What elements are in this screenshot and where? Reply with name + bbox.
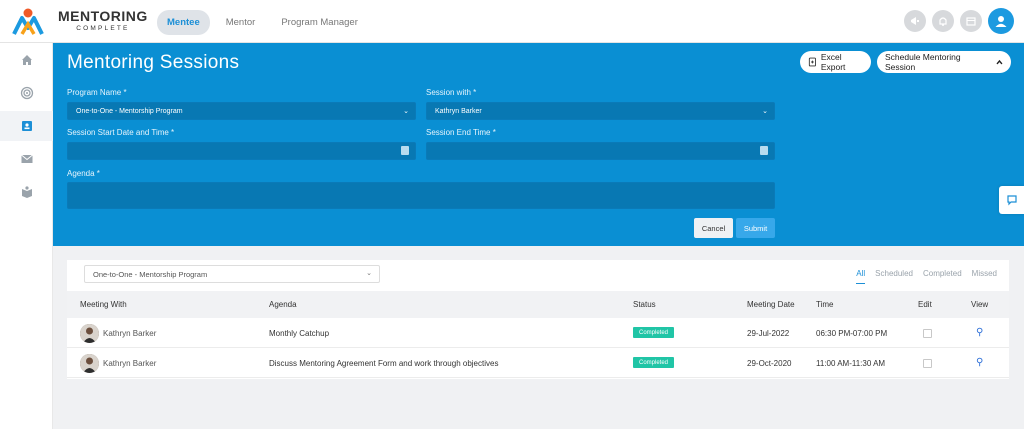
col-view: View <box>971 300 989 309</box>
start-time-label: Session Start Date and Time * <box>67 128 175 137</box>
search-icon[interactable]: ⚲ <box>976 327 983 338</box>
status-badge: Completed <box>633 327 675 338</box>
avatar <box>80 324 99 343</box>
end-time-label: Session End Time * <box>426 128 496 137</box>
meeting-time: 06:30 PM-07:00 PM <box>816 329 888 338</box>
tab-mentee[interactable]: Mentee <box>157 10 210 35</box>
search-icon[interactable]: ⚲ <box>976 357 983 368</box>
target-icon <box>20 86 33 100</box>
cancel-button[interactable]: Cancel <box>694 218 733 238</box>
tab-program-manager[interactable]: Program Manager <box>271 10 368 35</box>
brand-title: MENTORING <box>58 8 148 24</box>
agenda-label: Agenda * <box>67 169 100 178</box>
col-edit: Edit <box>918 300 932 309</box>
filter-completed[interactable]: Completed <box>923 269 962 284</box>
chat-button[interactable] <box>999 186 1024 214</box>
role-tabs: Mentee Mentor Program Manager <box>157 10 368 35</box>
avatar <box>80 354 99 373</box>
calendar-icon[interactable] <box>760 146 768 155</box>
sidebar-item-messages[interactable] <box>0 144 53 174</box>
book-icon <box>21 186 32 198</box>
chevron-up-icon <box>996 59 1003 64</box>
sidebar-item-home[interactable] <box>0 45 53 75</box>
program-name-select[interactable]: One-to-One - Mentorship Program ⌄ <box>67 102 416 120</box>
sidebar-item-sessions[interactable] <box>0 111 53 141</box>
col-meeting-date: Meeting Date <box>747 300 795 309</box>
program-filter-select[interactable]: One-to-One - Mentorship Program ⌄ <box>84 265 380 283</box>
home-icon <box>21 55 32 65</box>
status-badge: Completed <box>633 357 675 368</box>
submit-button[interactable]: Submit <box>736 218 775 238</box>
schedule-session-label: Schedule Mentoring Session <box>885 52 961 72</box>
program-name-value: One-to-One - Mentorship Program <box>76 107 183 115</box>
logo-icon[interactable] <box>8 6 48 38</box>
calendar-icon[interactable] <box>401 146 409 155</box>
session-form-panel: Mentoring Sessions Excel Export Schedule… <box>53 43 1024 246</box>
tab-mentor[interactable]: Mentor <box>216 10 266 35</box>
page-title: Mentoring Sessions <box>67 52 240 73</box>
meeting-with-name[interactable]: Kathryn Barker <box>103 329 156 338</box>
table-header: Meeting With Agenda Status Meeting Date … <box>67 291 1009 318</box>
agenda-input[interactable] <box>67 182 775 209</box>
sidebar-item-goals[interactable] <box>0 78 53 108</box>
chevron-down-icon: ⌄ <box>366 270 372 277</box>
program-filter-value: One-to-One - Mentorship Program <box>93 269 208 279</box>
col-meeting-with: Meeting With <box>80 300 127 309</box>
filter-missed[interactable]: Missed <box>972 269 997 284</box>
user-avatar-icon[interactable] <box>988 8 1014 34</box>
session-with-select[interactable]: Kathryn Barker ⌄ <box>426 102 775 120</box>
chevron-down-icon: ⌄ <box>403 108 409 115</box>
excel-export-label: Excel Export <box>820 52 846 72</box>
bell-icon[interactable] <box>932 10 954 32</box>
megaphone-icon[interactable] <box>904 10 926 32</box>
edit-icon[interactable] <box>923 329 932 338</box>
meeting-with-name[interactable]: Kathryn Barker <box>103 359 156 368</box>
table-row: Kathryn Barker Discuss Mentoring Agreeme… <box>67 348 1009 378</box>
sessions-card: One-to-One - Mentorship Program ⌄ All Sc… <box>67 260 1009 379</box>
session-with-label: Session with * <box>426 88 477 97</box>
sidebar <box>0 43 53 429</box>
start-time-input[interactable] <box>67 142 416 160</box>
status-filters: All Scheduled Completed Missed <box>856 269 997 284</box>
col-status: Status <box>633 300 656 309</box>
end-time-input[interactable] <box>426 142 775 160</box>
meeting-date: 29-Jul-2022 <box>747 329 790 338</box>
filter-all[interactable]: All <box>856 269 866 284</box>
session-with-value: Kathryn Barker <box>435 107 482 115</box>
file-export-icon <box>808 57 816 67</box>
chevron-down-icon: ⌄ <box>762 108 768 115</box>
calendar-icon[interactable] <box>960 10 982 32</box>
chat-icon <box>1006 195 1017 206</box>
sidebar-item-resources[interactable] <box>0 177 53 207</box>
meeting-date: 29-Oct-2020 <box>747 359 792 368</box>
mail-icon <box>20 154 33 163</box>
agenda-text: Discuss Mentoring Agreement Form and wor… <box>269 359 499 368</box>
agenda-text: Monthly Catchup <box>269 329 330 338</box>
contacts-icon <box>21 121 32 131</box>
schedule-session-button[interactable]: Schedule Mentoring Session <box>877 51 1011 73</box>
brand-subtitle: COMPLETE <box>76 25 130 32</box>
col-agenda: Agenda <box>269 300 297 309</box>
meeting-time: 11:00 AM-11:30 AM <box>816 359 886 368</box>
table-row: Kathryn Barker Monthly Catchup Completed… <box>67 318 1009 348</box>
top-icons <box>904 8 1014 34</box>
brand: MENTORING COMPLETE <box>58 9 148 32</box>
filter-scheduled[interactable]: Scheduled <box>875 269 913 284</box>
program-name-label: Program Name * <box>67 88 127 97</box>
excel-export-button[interactable]: Excel Export <box>800 51 871 73</box>
top-bar: MENTORING COMPLETE Mentee Mentor Program… <box>0 0 1024 43</box>
col-time: Time <box>816 300 834 309</box>
edit-icon[interactable] <box>923 359 932 368</box>
